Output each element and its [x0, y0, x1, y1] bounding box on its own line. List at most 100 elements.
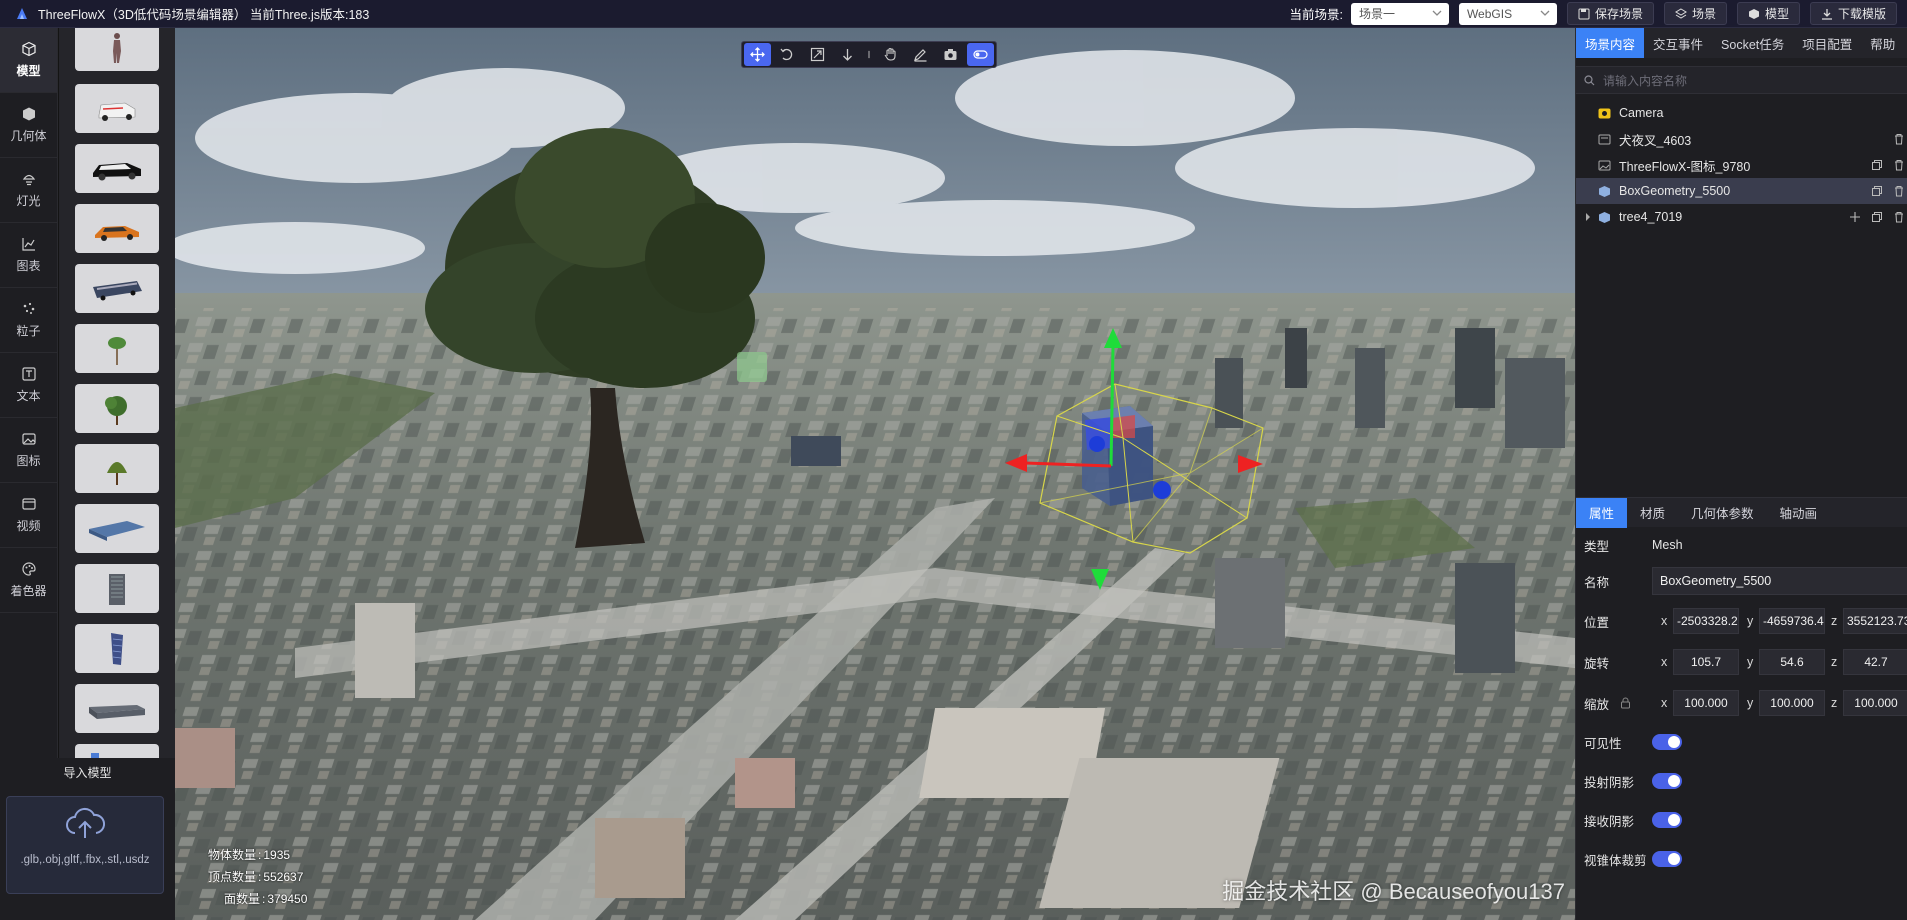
- tab-socket-tasks[interactable]: Socket任务: [1712, 28, 1793, 58]
- scene-button[interactable]: 场景: [1663, 2, 1727, 25]
- scene-select[interactable]: 场景一: [1350, 2, 1449, 25]
- model-thumb-twisted-tower[interactable]: [75, 624, 159, 673]
- drop-to-ground-tool[interactable]: [834, 43, 861, 66]
- city-scene: [175, 28, 1575, 920]
- model-library: [59, 28, 175, 758]
- tree-item-icon-9780[interactable]: ThreeFlowX-图标_9780: [1576, 152, 1907, 178]
- stat-label: 物体数量: [208, 848, 257, 862]
- tab-axis-animation[interactable]: 轴动画: [1767, 498, 1831, 528]
- upload-dropzone[interactable]: .glb,.obj,gltf,.fbx,.stl,.usdz: [6, 796, 164, 894]
- download-template-button[interactable]: 下载模版: [1809, 2, 1897, 25]
- prop-row-scale: 缩放 x 100.000 y 100.000 z 100.000: [1576, 687, 1907, 719]
- prop-label: 接收阴影: [1584, 814, 1635, 829]
- tab-project-config[interactable]: 项目配置: [1793, 28, 1861, 58]
- scene-search-input[interactable]: 请输入内容名称: [1576, 66, 1907, 94]
- delete-icon[interactable]: [1893, 159, 1905, 171]
- axis-label-x: x: [1661, 655, 1668, 669]
- nav-item-particle[interactable]: 粒子: [0, 288, 57, 353]
- pan-tool[interactable]: [877, 43, 904, 66]
- 3d-viewport[interactable]: 物体数量: 1935 顶点数量: 552637 面数量: 379450 掘金技术…: [175, 28, 1575, 920]
- visible-toggle[interactable]: [1652, 734, 1682, 750]
- model-thumb-ambulance[interactable]: [75, 84, 159, 133]
- scale-x-input[interactable]: 100.000: [1673, 690, 1739, 716]
- rotation-z-input[interactable]: 42.7: [1843, 649, 1907, 675]
- position-x-input[interactable]: -2503328.2: [1673, 608, 1739, 634]
- rotation-y-input[interactable]: 54.6: [1759, 649, 1825, 675]
- tab-geometry-params[interactable]: 几何体参数: [1678, 498, 1767, 528]
- delete-icon[interactable]: [1893, 211, 1905, 223]
- lock-icon[interactable]: [1620, 697, 1631, 709]
- cast-shadow-toggle[interactable]: [1652, 773, 1682, 789]
- model-thumb-small-tree[interactable]: [75, 324, 159, 373]
- chart-icon: [21, 238, 35, 251]
- receive-shadow-toggle[interactable]: [1652, 812, 1682, 828]
- nav-item-shader[interactable]: 着色器: [0, 548, 57, 613]
- scale-tool[interactable]: [804, 43, 831, 66]
- save-scene-button[interactable]: 保存场景: [1566, 2, 1654, 25]
- model-button[interactable]: 模型: [1736, 2, 1800, 25]
- copy-icon[interactable]: [1871, 185, 1883, 197]
- delete-icon[interactable]: [1893, 133, 1905, 145]
- scale-y-input[interactable]: 100.000: [1759, 690, 1825, 716]
- tab-material[interactable]: 材质: [1627, 498, 1678, 528]
- move-tool[interactable]: [744, 43, 771, 66]
- tree-item-label: 犬夜叉_4603: [1619, 133, 1692, 148]
- position-z-input[interactable]: 3552123.73: [1843, 608, 1907, 634]
- nav-item-text[interactable]: 文本: [0, 353, 57, 418]
- nav-item-icon[interactable]: 图标: [0, 418, 57, 483]
- model-thumb-tower-building[interactable]: [75, 564, 159, 613]
- copy-icon[interactable]: [1871, 211, 1883, 223]
- nav-label: 几何体: [10, 129, 47, 143]
- axis-label-y: y: [1747, 696, 1754, 710]
- nav-item-model[interactable]: 模型: [0, 28, 57, 93]
- import-model-title: 导入模型: [0, 758, 175, 786]
- nav-item-chart[interactable]: 图表: [0, 223, 57, 288]
- toggle-icon: [973, 50, 988, 59]
- edit-tool[interactable]: [907, 43, 934, 66]
- model-thumb-bus[interactable]: [75, 264, 159, 313]
- model-thumb-bushy-tree[interactable]: [75, 384, 159, 433]
- delete-icon[interactable]: [1893, 185, 1905, 197]
- light-icon: [22, 174, 35, 186]
- tab-properties[interactable]: 属性: [1576, 497, 1628, 528]
- model-thumb-long-building[interactable]: [75, 504, 159, 553]
- rotation-x-input[interactable]: 105.7: [1673, 649, 1739, 675]
- name-input[interactable]: BoxGeometry_5500: [1652, 567, 1907, 595]
- model-thumb-round-tree[interactable]: [75, 444, 159, 493]
- copy-icon[interactable]: [1871, 159, 1883, 171]
- tab-scene-content[interactable]: 场景内容: [1576, 28, 1645, 58]
- add-icon[interactable]: [1849, 211, 1861, 223]
- stat-value: 379450: [267, 892, 308, 906]
- model-thumb-person[interactable]: [75, 28, 159, 71]
- stat-value: 552637: [263, 870, 304, 884]
- nav-label: 着色器: [10, 584, 47, 598]
- nav-item-light[interactable]: 灯光: [0, 158, 57, 223]
- mode-select-value: WebGIS: [1466, 6, 1513, 21]
- model-thumb-more[interactable]: [75, 744, 159, 758]
- model-thumb-row-buildings[interactable]: [75, 684, 159, 733]
- tab-help[interactable]: 帮助: [1861, 28, 1904, 58]
- screenshot-tool[interactable]: [937, 43, 964, 66]
- tree-item-tree4[interactable]: tree4_7019: [1576, 204, 1907, 230]
- scale-z-input[interactable]: 100.000: [1843, 690, 1907, 716]
- scene-stats: 物体数量: 1935 顶点数量: 552637 面数量: 379450: [208, 844, 307, 910]
- tree-item-image-4603[interactable]: 犬夜叉_4603: [1576, 126, 1907, 152]
- nav-item-video[interactable]: 视频: [0, 483, 57, 548]
- toggle-tool[interactable]: [967, 43, 994, 66]
- model-thumb-sports-car[interactable]: [75, 204, 159, 253]
- model-thumb-police-car[interactable]: [75, 144, 159, 193]
- rotate-tool[interactable]: [774, 43, 801, 66]
- move-icon: [750, 47, 765, 62]
- tab-interaction-events[interactable]: 交互事件: [1644, 28, 1712, 58]
- cloud-upload-icon: [66, 807, 105, 838]
- position-y-input[interactable]: -4659736.4: [1759, 608, 1825, 634]
- mode-select[interactable]: WebGIS: [1458, 2, 1557, 25]
- tree-item-box-geometry[interactable]: BoxGeometry_5500: [1576, 178, 1907, 204]
- caret-right-icon[interactable]: [1584, 212, 1592, 222]
- nav-item-geometry[interactable]: 几何体: [0, 93, 57, 158]
- tree-item-camera[interactable]: Camera: [1576, 100, 1907, 126]
- cube-icon: [21, 41, 36, 57]
- watermark: 掘金技术社区 @ Becauseofyou137: [1222, 879, 1565, 904]
- frustum-culling-toggle[interactable]: [1652, 851, 1682, 867]
- header-actions: 当前场景: 场景一 WebGIS 保存场景 场景 模型 下载模版: [1289, 2, 1897, 25]
